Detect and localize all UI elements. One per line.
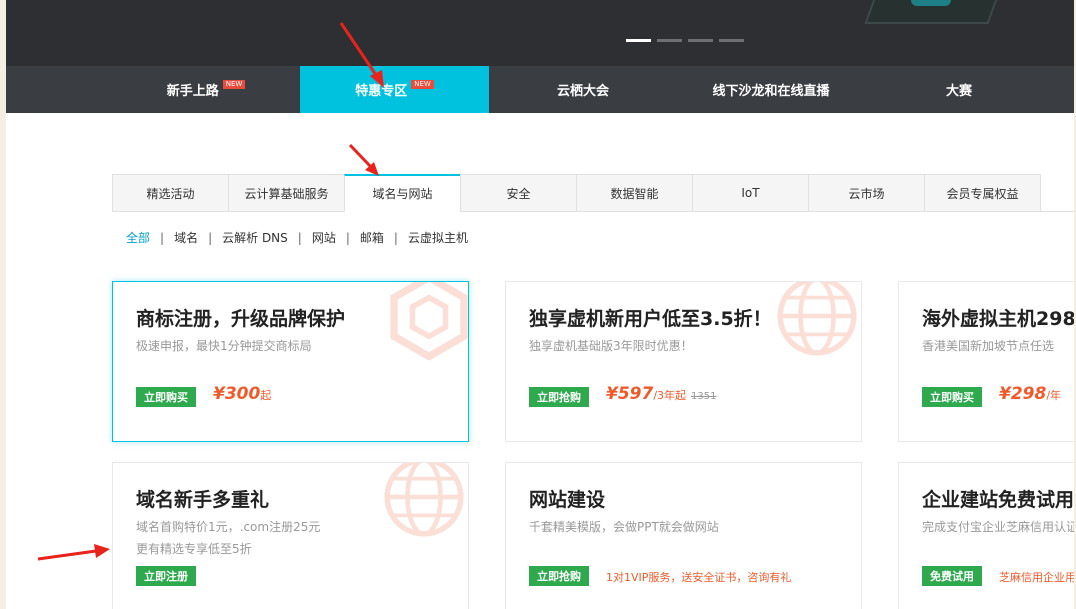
- filter-separator: |: [345, 230, 350, 245]
- filter-all[interactable]: 全部: [126, 229, 150, 246]
- tab-member-benefits[interactable]: 会员专属权益: [924, 174, 1041, 212]
- price-unit: 起: [260, 389, 272, 402]
- card-desc: 完成支付宝企业芝麻信用认证: [922, 520, 1074, 534]
- tab-featured[interactable]: 精选活动: [112, 174, 228, 212]
- card-title: 域名新手多重礼: [136, 489, 270, 511]
- hero-banner: [6, 0, 1074, 66]
- card-title: 独享虚机新用户低至3.5折！: [529, 308, 772, 330]
- topnav-label: 特惠专区: [355, 84, 408, 99]
- carousel-dot[interactable]: [688, 39, 713, 42]
- topnav-item-yunqi[interactable]: 云栖大会: [489, 66, 677, 113]
- topnav-label: 线下沙龙和在线直播: [712, 84, 830, 99]
- promo-text: 1对1VIP服务，送安全证书，咨询有礼: [606, 571, 792, 584]
- carousel-dot[interactable]: [626, 39, 651, 42]
- price-value: ¥597: [606, 384, 654, 404]
- product-card[interactable]: 海外虚拟主机298元 香港美国新加坡节点任选 立即购买 ¥298/年: [898, 281, 1074, 442]
- tab-domain-website[interactable]: 域名与网站: [344, 174, 460, 212]
- card-price: ¥298/年: [999, 384, 1061, 404]
- product-card[interactable]: 企业建站免费试用 完成支付宝企业芝麻信用认证 免费试用 芝麻信用企业用户: [898, 462, 1074, 609]
- filter-domain[interactable]: 域名: [174, 229, 198, 246]
- filter-mailbox[interactable]: 邮箱: [360, 229, 384, 246]
- tab-cloud-basic[interactable]: 云计算基础服务: [228, 174, 344, 212]
- hero-decoration-accent: [911, 0, 951, 6]
- price-value: ¥298: [999, 384, 1047, 404]
- card-title: 网站建设: [529, 489, 606, 511]
- annotation-arrow-icon: [37, 544, 110, 561]
- card-desc: 千套精美模版，会做PPT就会做网站: [529, 520, 719, 534]
- product-card[interactable]: 独享虚机新用户低至3.5折！ 独享虚机基础版3年限时优惠！ 立即抢购 ¥597/…: [505, 281, 862, 442]
- topnav-label: 云栖大会: [556, 84, 609, 99]
- card-price: ¥300起: [213, 384, 271, 404]
- filter-dns[interactable]: 云解析 DNS: [222, 229, 288, 246]
- filter-bar: 全部 | 域名 | 云解析 DNS | 网站 | 邮箱 | 云虚拟主机: [126, 229, 468, 246]
- buy-now-button[interactable]: 立即抢购: [529, 387, 589, 407]
- carousel-indicators: [626, 39, 744, 42]
- subtab-bar: 精选活动 云计算基础服务 域名与网站 安全 数据智能 IoT 云市场 会员专属权…: [112, 174, 1041, 212]
- card-desc: 独享虚机基础版3年限时优惠！: [529, 339, 693, 353]
- filter-separator: |: [208, 230, 213, 245]
- buy-now-button[interactable]: 立即抢购: [529, 566, 589, 586]
- top-nav: 新手上路 NEW 特惠专区 NEW 云栖大会 线下沙龙和在线直播 大赛: [6, 66, 1074, 113]
- product-card[interactable]: 网站建设 千套精美模版，会做PPT就会做网站 立即抢购 1对1VIP服务，送安全…: [505, 462, 862, 609]
- card-price: ¥597/3年起: [606, 384, 686, 404]
- card-desc-secondary: 更有精选专享低至5折: [136, 542, 252, 556]
- tab-iot[interactable]: IoT: [692, 174, 808, 212]
- topnav-label: 大赛: [945, 84, 972, 99]
- tab-data-intelligence[interactable]: 数据智能: [576, 174, 692, 212]
- price-value: ¥300: [213, 384, 261, 404]
- new-badge: NEW: [411, 80, 434, 89]
- new-badge: NEW: [222, 80, 246, 89]
- tab-security[interactable]: 安全: [460, 174, 576, 212]
- carousel-dot[interactable]: [657, 39, 682, 42]
- card-desc: 域名首购特价1元，.com注册25元: [136, 520, 321, 534]
- topnav-item-beginner[interactable]: 新手上路 NEW: [112, 66, 300, 113]
- card-title: 商标注册，升级品牌保护: [136, 308, 346, 330]
- promo-text: 芝麻信用企业用户: [999, 571, 1074, 584]
- card-desc: 极速申报，最快1分钟提交商标局: [136, 339, 312, 353]
- price-unit: /年: [1046, 389, 1062, 402]
- product-card[interactable]: 商标注册，升级品牌保护 极速申报，最快1分钟提交商标局 立即购买 ¥300起: [112, 281, 469, 442]
- filter-separator: |: [393, 230, 398, 245]
- tab-marketplace[interactable]: 云市场: [808, 174, 924, 212]
- card-title: 海外虚拟主机298元: [922, 308, 1074, 330]
- globe-icon: [384, 463, 464, 537]
- register-button[interactable]: 立即注册: [136, 566, 196, 586]
- card-desc: 香港美国新加坡节点任选: [922, 339, 1055, 353]
- filter-virtual-host[interactable]: 云虚拟主机: [408, 229, 468, 246]
- topnav-item-salon[interactable]: 线下沙龙和在线直播: [677, 66, 865, 113]
- card-title: 企业建站免费试用: [922, 489, 1074, 511]
- free-trial-button[interactable]: 免费试用: [922, 566, 982, 586]
- topnav-item-contest[interactable]: 大赛: [865, 66, 1053, 113]
- price-unit: /3年起: [653, 389, 687, 402]
- product-card[interactable]: 域名新手多重礼 域名首购特价1元，.com注册25元 更有精选专享低至5折 立即…: [112, 462, 469, 609]
- trademark-icon: [390, 282, 468, 361]
- carousel-dot[interactable]: [719, 39, 744, 42]
- filter-separator: |: [160, 230, 165, 245]
- globe-icon: [777, 282, 857, 356]
- topnav-label: 新手上路: [166, 84, 219, 99]
- filter-separator: |: [297, 230, 302, 245]
- original-price: 1351: [691, 391, 717, 402]
- buy-now-button[interactable]: 立即购买: [136, 387, 196, 407]
- buy-now-button[interactable]: 立即购买: [922, 387, 982, 407]
- filter-website[interactable]: 网站: [312, 229, 336, 246]
- page-frame: 新手上路 NEW 特惠专区 NEW 云栖大会 线下沙龙和在线直播 大赛 精选活动…: [6, 0, 1074, 609]
- topnav-item-deals[interactable]: 特惠专区 NEW: [300, 66, 489, 113]
